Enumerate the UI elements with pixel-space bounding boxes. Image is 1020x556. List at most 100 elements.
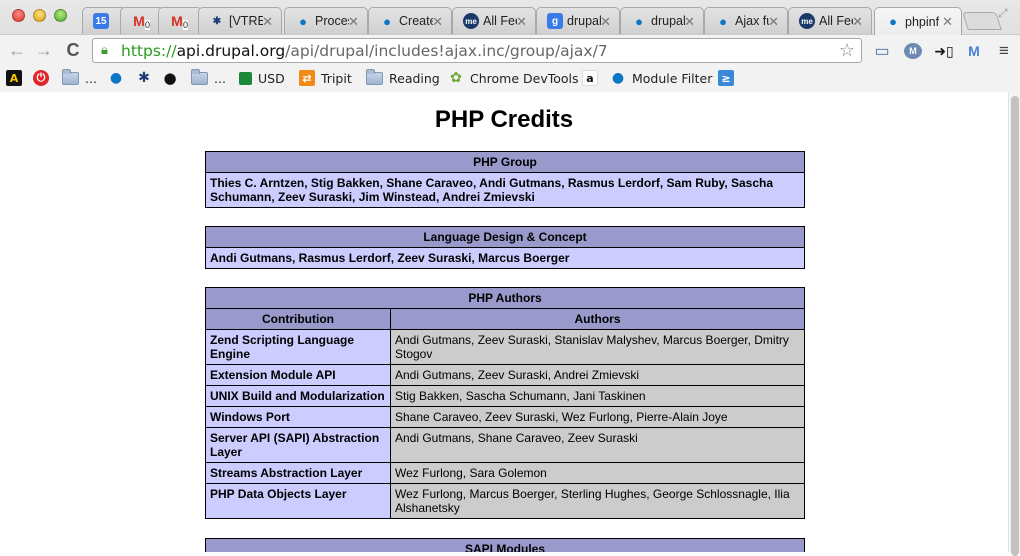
language-design-members: Andi Gutmans, Rasmus Lerdorf, Zeev Suras…	[205, 247, 805, 269]
page-content: PHP Credits PHP Group Thies C. Arntzen, …	[0, 92, 1008, 552]
authors-cell: Wez Furlong, Marcus Boerger, Sterling Hu…	[390, 483, 805, 519]
url-host: api.drupal.org	[176, 41, 286, 60]
amazon-icon: a	[582, 70, 598, 86]
tab-all-feeds-2[interactable]: me All Fee ✕	[788, 7, 872, 34]
mightytext-icon[interactable]: M	[904, 43, 922, 59]
tab-all-feeds-1[interactable]: me All Fee ✕	[452, 7, 536, 34]
presentation-icon[interactable]: ▭	[872, 41, 892, 61]
close-tab-icon[interactable]: ✕	[942, 14, 953, 30]
bookmarks-bar: A ⏻ ... ● ✱ ● ... USD ⇄ Tripit Reading ✿…	[0, 64, 1020, 92]
table-header: Language Design & Concept	[205, 226, 805, 248]
authors-cell: Andi Gutmans, Zeev Suraski, Andrei Zmiev…	[390, 364, 805, 386]
contribution-cell: Streams Abstraction Layer	[205, 462, 391, 484]
close-window-button[interactable]	[12, 9, 25, 22]
tab-process[interactable]: ● Proces ✕	[284, 7, 368, 34]
drupal-icon: ●	[611, 70, 625, 86]
fullscreen-icon[interactable]: ⤢	[998, 6, 1014, 20]
lock-icon: 🔒︎	[101, 42, 108, 58]
toolbar: ← → C 🔒︎ https://api.drupal.org/api/drup…	[0, 34, 1020, 64]
bookmark-folder-1[interactable]: ...	[62, 68, 97, 87]
bookmark-star-icon[interactable]: ☆	[839, 40, 855, 61]
close-tab-icon[interactable]: ✕	[768, 14, 779, 30]
devtools-icon: ✿	[450, 70, 462, 86]
google-search-icon: g	[547, 13, 563, 29]
close-tab-icon[interactable]: ✕	[600, 14, 611, 30]
bookmark-jira[interactable]: ✱	[136, 69, 158, 87]
tab-google-drupal[interactable]: g drupal ✕	[536, 7, 620, 34]
close-tab-icon[interactable]: ✕	[262, 14, 273, 30]
sapi-modules-table: SAPI Modules	[205, 538, 805, 552]
contribution-cell: Server API (SAPI) Abstraction Layer	[205, 427, 391, 463]
authors-cell: Wez Furlong, Sara Golemon	[390, 462, 805, 484]
scrollbar-thumb[interactable]	[1011, 96, 1019, 556]
a-logo-icon: A	[6, 70, 22, 86]
forward-button[interactable]: →	[33, 39, 55, 61]
bookmark-github[interactable]: ●	[162, 69, 184, 87]
bookmark-drupal[interactable]: ●	[108, 69, 130, 87]
tab-ajax[interactable]: ● Ajax fu ✕	[704, 7, 788, 34]
tab-drupal[interactable]: ● drupal ✕	[620, 7, 704, 34]
me-icon: me	[463, 13, 479, 29]
google-calendar-icon: 15	[93, 13, 109, 29]
close-tab-icon[interactable]: ✕	[852, 14, 863, 30]
close-tab-icon[interactable]: ✕	[432, 14, 443, 30]
browser-chrome: 15 M 0 M 0 ✱ [VTRE ✕ ● Proces ✕ ● Create…	[0, 0, 1020, 92]
language-design-table: Language Design & Concept Andi Gutmans, …	[205, 226, 805, 269]
power-icon: ⏻	[33, 70, 49, 86]
bookmark-folder-2[interactable]: ...	[191, 68, 226, 87]
tab-gmail-2[interactable]: M 0	[158, 7, 202, 34]
bookmark-chrome-devtools[interactable]: ✿ Chrome DevTools	[448, 69, 578, 87]
bookmark-tripit[interactable]: ⇄ Tripit	[299, 69, 352, 87]
tab-phpinfo[interactable]: ● phpinf ✕	[874, 7, 962, 35]
bookmark-bookmarklet[interactable]: ≥	[718, 69, 740, 87]
bookmark-usd[interactable]: USD	[239, 69, 285, 87]
bookmarklet-icon: ≥	[718, 70, 734, 86]
unread-badge: 0	[145, 20, 151, 30]
bookmark-a[interactable]: A	[6, 69, 28, 87]
vertical-scrollbar[interactable]	[1008, 92, 1020, 556]
tripit-icon: ⇄	[299, 70, 315, 86]
back-button[interactable]: ←	[6, 39, 28, 61]
new-tab-button[interactable]	[962, 12, 1002, 30]
github-icon: ●	[163, 69, 177, 87]
close-tab-icon[interactable]: ✕	[348, 14, 359, 30]
url-scheme: https://	[121, 41, 177, 60]
address-bar[interactable]: 🔒︎ https://api.drupal.org/api/drupal/inc…	[92, 38, 862, 63]
drupal-icon: ●	[109, 70, 123, 86]
table-row: Windows Port Shane Caraveo, Zeev Suraski…	[205, 406, 805, 428]
folder-icon	[62, 68, 79, 85]
php-authors-table: PHP Authors Contribution Authors Zend Sc…	[205, 287, 805, 519]
table-header: PHP Group	[205, 151, 805, 173]
authors-cell: Andi Gutmans, Shane Caraveo, Zeev Surask…	[390, 427, 805, 463]
table-row: UNIX Build and Modularization Stig Bakke…	[205, 385, 805, 407]
drupal-icon: ●	[299, 13, 307, 29]
folder-icon	[366, 68, 383, 85]
column-header-contribution: Contribution	[205, 308, 391, 330]
contribution-cell: UNIX Build and Modularization	[205, 385, 391, 407]
unread-badge: 0	[183, 20, 189, 30]
contribution-cell: Extension Module API	[205, 364, 391, 386]
tab-vtre[interactable]: ✱ [VTRE ✕	[198, 7, 282, 34]
contribution-cell: PHP Data Objects Layer	[205, 483, 391, 519]
drupal-icon: ●	[889, 14, 897, 29]
bookmark-amazon[interactable]: a	[582, 69, 604, 87]
phone-sync-icon[interactable]: ➜▯	[934, 41, 954, 61]
close-tab-icon[interactable]: ✕	[516, 14, 527, 30]
gmail-m-icon[interactable]: M	[964, 41, 984, 61]
url-path: /api/drupal/includes!ajax.inc/group/ajax…	[285, 41, 608, 60]
tab-create[interactable]: ● Create ✕	[368, 7, 452, 34]
chart-icon	[239, 71, 252, 85]
minimize-window-button[interactable]	[33, 9, 46, 22]
drupal-icon: ●	[383, 13, 391, 29]
zoom-window-button[interactable]	[54, 9, 67, 22]
bookmark-module-filter[interactable]: ● Module Filter	[610, 69, 713, 87]
table-row: Zend Scripting Language Engine Andi Gutm…	[205, 329, 805, 365]
close-tab-icon[interactable]: ✕	[684, 14, 695, 30]
bookmark-folder-reading[interactable]: Reading	[366, 68, 440, 87]
jira-icon: ✱	[138, 70, 150, 86]
bookmark-power[interactable]: ⏻	[33, 69, 55, 87]
menu-icon[interactable]: ≡	[994, 41, 1014, 61]
php-group-table: PHP Group Thies C. Arntzen, Stig Bakken,…	[205, 151, 805, 208]
page-title: PHP Credits	[434, 106, 574, 133]
reload-button[interactable]: C	[62, 39, 84, 61]
